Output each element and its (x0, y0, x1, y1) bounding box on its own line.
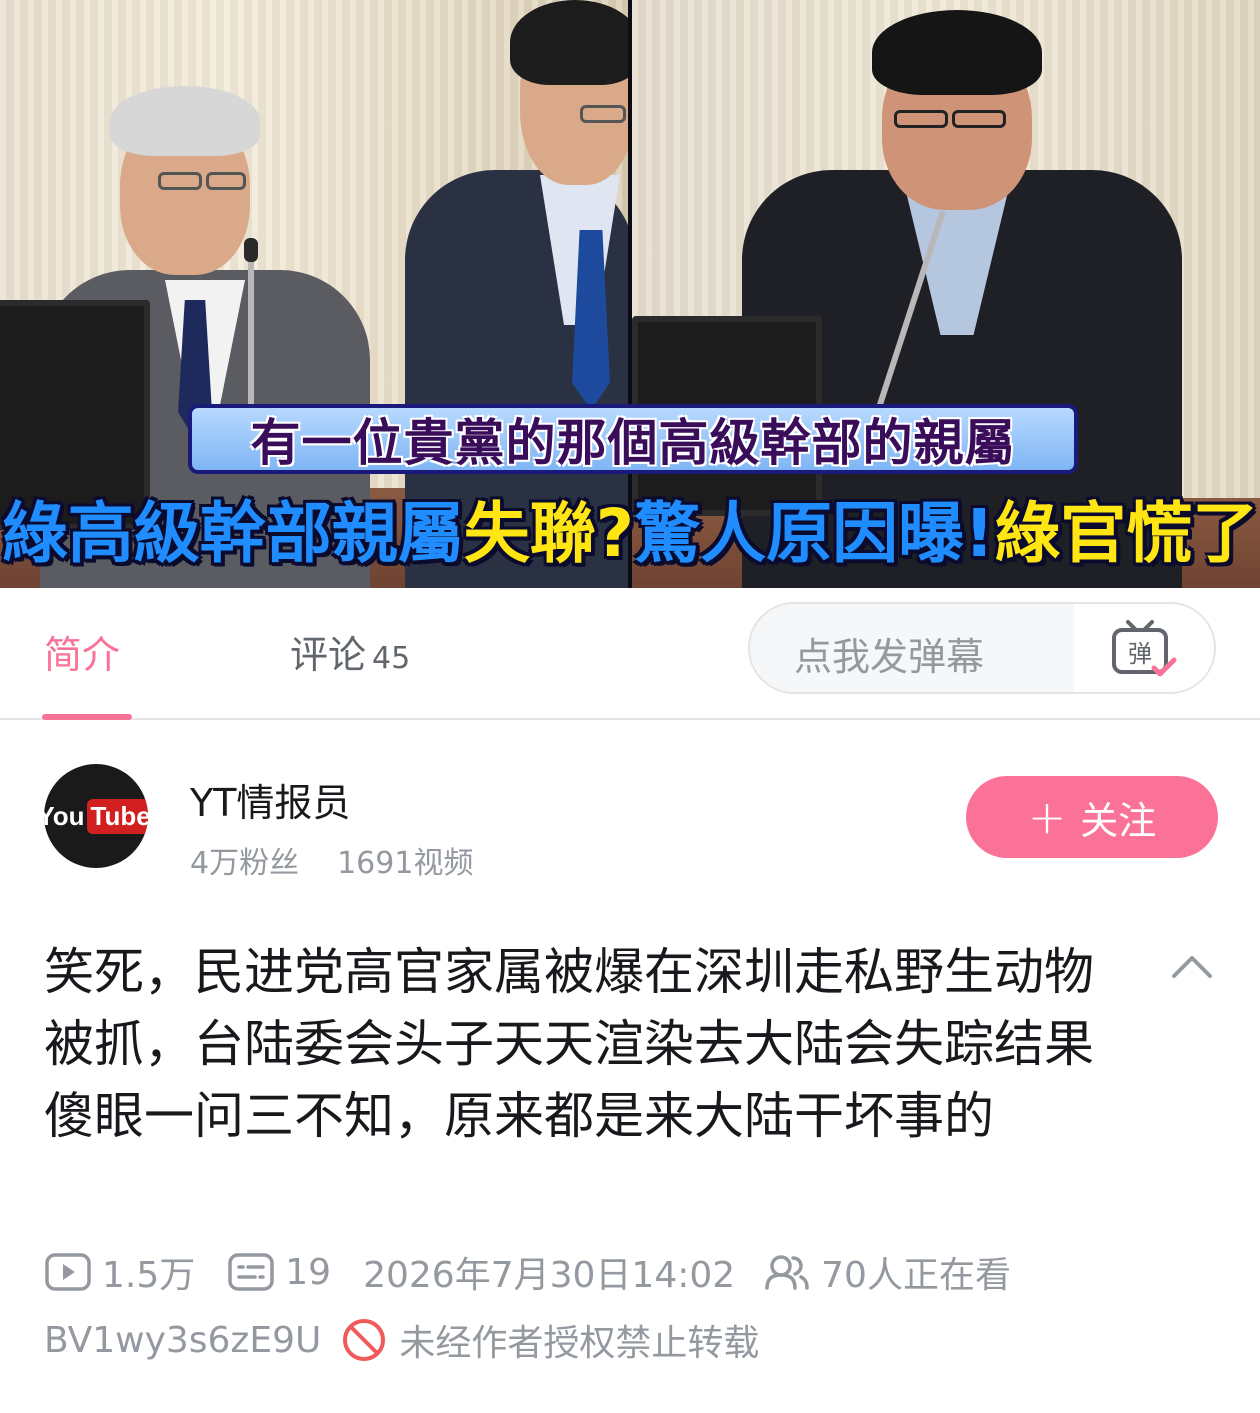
caption-main-part1: 綠高級幹部親屬 (1, 495, 464, 572)
caption-main-part4: 綠官慌了 (994, 495, 1259, 572)
video-player[interactable]: 有一位貴黨的那個高級幹部的親屬 綠高級幹部親屬 失聯? 驚人原因曝! 綠官慌了 (0, 0, 1260, 588)
uploader-name[interactable]: YT情报员 (190, 772, 350, 827)
no-repost-icon (341, 1317, 387, 1363)
caption-main-part2: 失聯? (463, 495, 635, 572)
danmaku-toggle-icon: 弹 (1108, 618, 1180, 682)
comments-count: 45 (372, 641, 411, 676)
video-title: 笑死，民进党高官家属被爆在深圳走私野生动物被抓，台陆委会头子天天渲染去大陆会失踪… (44, 943, 1094, 1145)
avatar-text-tube: Tube (86, 798, 148, 834)
microphone-left (248, 248, 254, 428)
collapse-chevron-icon[interactable] (1168, 946, 1216, 986)
uploader-videos: 1691视频 (337, 846, 474, 881)
follow-label: 关注 (1080, 798, 1157, 843)
copyright-notice: 未经作者授权禁止转载 (341, 1314, 759, 1366)
watching-now-value: 70人正在看 (821, 1255, 1011, 1296)
video-stats-row: 1.5万 19 2026年7月30日14:02 70人正在看 (44, 1244, 1043, 1300)
publish-time: 2026年7月30日14:02 (363, 1255, 736, 1296)
uploader-avatar[interactable]: You Tube (44, 764, 148, 868)
uploader-fans: 4万粉丝 (190, 846, 300, 881)
danmaku-count-value: 19 (285, 1251, 332, 1293)
caption-main-part3: 驚人原因曝! (634, 495, 995, 572)
avatar-text-you: You (44, 800, 85, 831)
play-count-icon (44, 1252, 92, 1292)
danmaku-count-icon (227, 1252, 275, 1292)
danmaku-bar: 点我发弹幕 弹 (748, 602, 1216, 694)
tab-comments-label: 评论 (290, 633, 367, 677)
svg-text:弹: 弹 (1128, 640, 1152, 668)
watching-icon (763, 1252, 811, 1292)
danmaku-toggle-button[interactable]: 弹 (1074, 604, 1214, 692)
detail-tabs: 简介 评论 45 点我发弹幕 弹 (0, 588, 1260, 720)
video-id-row: BV1wy3s6zE9U 未经作者授权禁止转载 (44, 1312, 759, 1368)
tab-comments[interactable]: 评论 45 (290, 624, 410, 679)
follow-button[interactable]: + 关注 (966, 776, 1218, 858)
danmaku-count: 19 (227, 1252, 331, 1293)
video-caption-top: 有一位貴黨的那個高級幹部的親屬 (188, 404, 1078, 474)
follow-plus-icon: + (1027, 790, 1067, 844)
copyright-notice-text: 未经作者授权禁止转载 (399, 1323, 760, 1364)
tab-intro[interactable]: 简介 (44, 624, 120, 679)
youtube-logo: You Tube (44, 798, 148, 834)
tab-intro-label: 简介 (44, 633, 121, 677)
active-tab-indicator (42, 714, 132, 720)
danmaku-input[interactable]: 点我发弹幕 (794, 626, 984, 681)
uploader-stats: 4万粉丝 1691视频 (190, 838, 473, 882)
bvid[interactable]: BV1wy3s6zE9U (44, 1320, 321, 1361)
view-count-value: 1.5万 (102, 1255, 196, 1296)
watching-now: 70人正在看 (763, 1246, 1011, 1298)
video-caption-main: 綠高級幹部親屬 失聯? 驚人原因曝! 綠官慌了 (2, 480, 1258, 576)
view-count: 1.5万 (44, 1246, 195, 1298)
